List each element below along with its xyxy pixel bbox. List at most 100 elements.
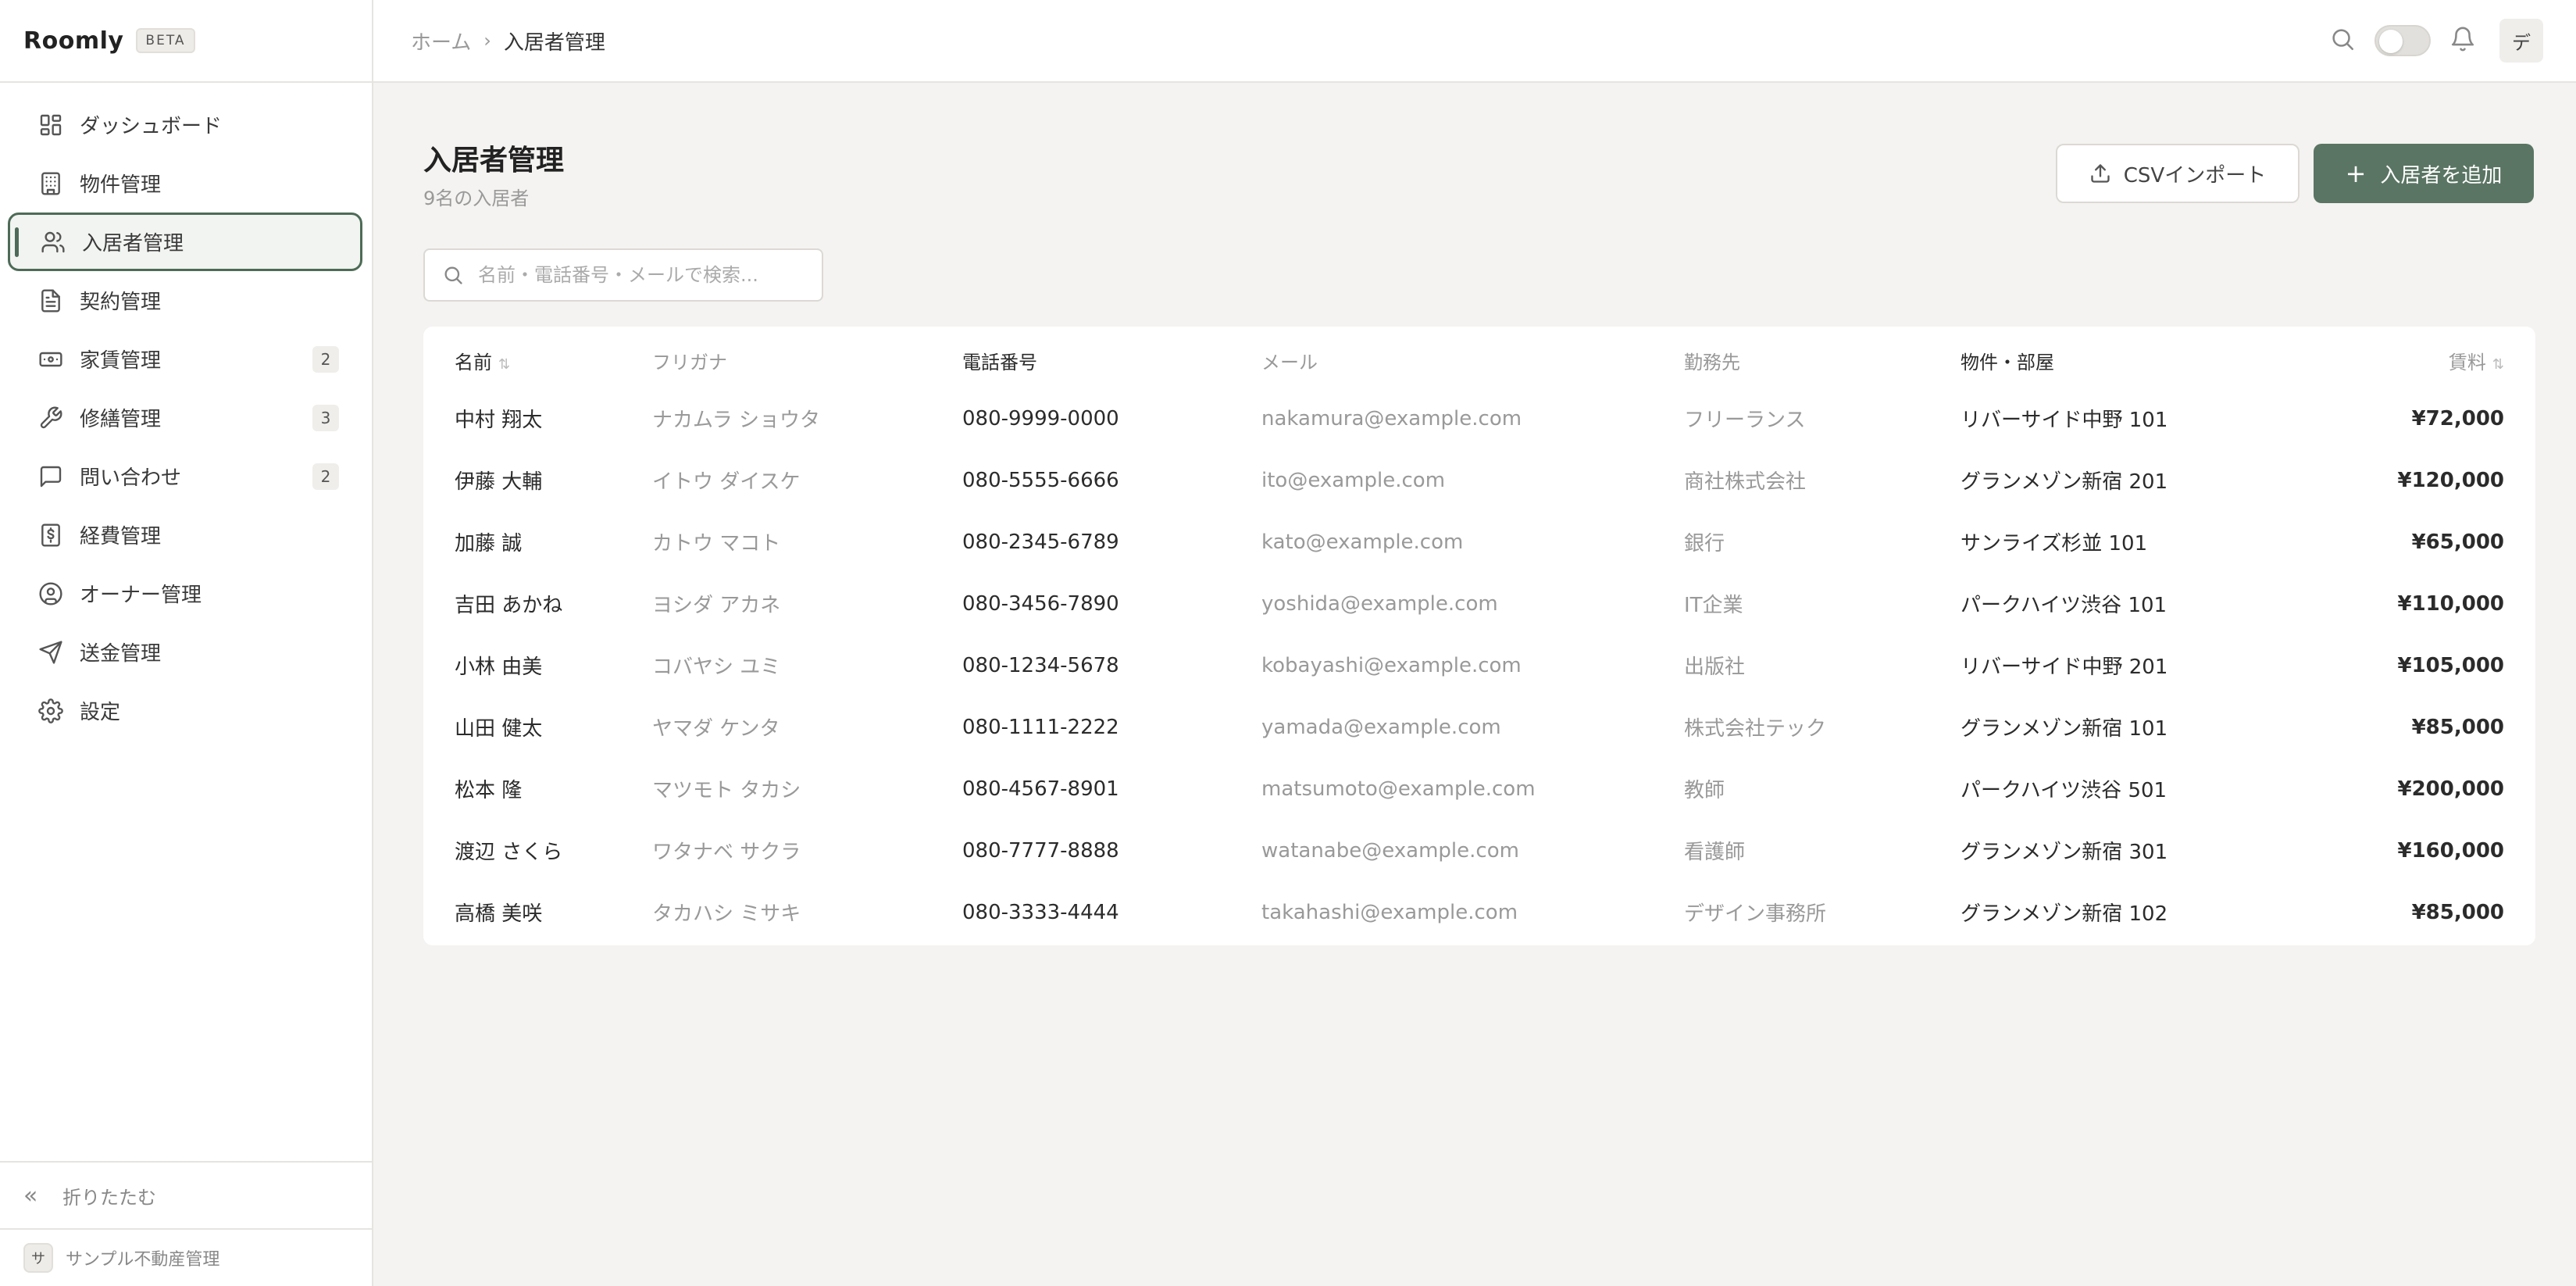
sidebar: Roomly BETA ダッシュボード 物件管理 入居者管理 契約管理 家賃管理… [0,0,373,1286]
search-input[interactable] [478,264,806,286]
sidebar-item-rent[interactable]: 家賃管理 2 [8,330,362,388]
cell-property: パークハイツ渋谷 101 [1961,594,2167,617]
collapse-label: 折りたたむ [62,1186,156,1209]
sort-icon[interactable]: ⇅ [498,356,510,373]
cell-name: 渡辺 さくら [455,841,563,864]
document-icon [37,288,64,314]
collapse-sidebar-button[interactable]: « 折りたたむ [0,1161,372,1228]
cell-furigana: イトウ ダイスケ [652,470,801,494]
users-icon [40,229,66,255]
cell-rent: ¥72,000 [2411,406,2504,430]
sidebar-item-inquiries[interactable]: 問い合わせ 2 [8,447,362,505]
tenants-table-card: 名前 ⇅ フリガナ 電話番号 メール 勤務先 物件・部屋 賃料 ⇅ 中村 翔太 ナカ… [423,327,2535,945]
breadcrumb: ホーム › 入居者管理 [411,27,605,55]
sidebar-item-properties[interactable]: 物件管理 [8,154,362,213]
cell-property: サンライズ杉並 101 [1961,532,2148,555]
plus-icon: + [2345,159,2367,188]
cell-furigana: ヤマダ ケンタ [652,717,780,741]
table-header-row: 名前 ⇅ フリガナ 電話番号 メール 勤務先 物件・部屋 賃料 ⇅ [423,327,2535,388]
sidebar-item-label: 問い合わせ [80,466,182,490]
cell-property: グランメゾン新宿 102 [1961,902,2168,926]
sidebar-item-label: 設定 [80,701,121,724]
sort-icon[interactable]: ⇅ [2492,356,2504,373]
theme-toggle[interactable] [2374,25,2431,56]
table-row[interactable]: 加藤 誠 カトウ マコト 080-2345-6789 kato@example.… [423,511,2535,573]
sidebar-item-label: 家賃管理 [80,349,162,373]
cell-email: ito@example.com [1261,468,1446,492]
cell-rent: ¥105,000 [2397,653,2504,677]
column-header-rent[interactable]: 賃料 ⇅ [2306,327,2535,388]
csv-import-button[interactable]: CSVインポート [2056,144,2299,203]
table-row[interactable]: 伊藤 大輔 イトウ ダイスケ 080-5555-6666 ito@example… [423,449,2535,511]
building-icon [37,170,64,197]
beta-badge: BETA [136,28,195,53]
breadcrumb-home[interactable]: ホーム [411,27,471,55]
tenant-count: 9名の入居者 [423,188,530,209]
table-row[interactable]: 渡辺 さくら ワタナベ サクラ 080-7777-8888 watanabe@e… [423,820,2535,881]
sidebar-item-label: 物件管理 [80,173,162,197]
cell-rent: ¥65,000 [2411,530,2504,554]
cell-workplace: 商社株式会社 [1684,470,1807,494]
column-header-furigana: フリガナ [652,351,727,373]
cell-property: グランメゾン新宿 101 [1961,717,2168,741]
org-name: サンプル不動産管理 [66,1250,220,1270]
add-tenant-button[interactable]: + 入居者を追加 [2314,144,2534,203]
brand-name[interactable]: Roomly [23,27,123,55]
cell-furigana: ナカムラ ショウタ [652,409,820,432]
column-header-name[interactable]: 名前 ⇅ [423,327,652,388]
cell-phone: 080-3456-7890 [962,591,1119,616]
column-header-property: 物件・部屋 [1961,351,2054,373]
cell-property: グランメゾン新宿 201 [1961,470,2168,494]
sidebar-item-tenants[interactable]: 入居者管理 [8,213,362,271]
table-body: 中村 翔太 ナカムラ ショウタ 080-9999-0000 nakamura@e… [423,388,2535,943]
cell-furigana: マツモト タカシ [652,779,801,802]
cell-email: yoshida@example.com [1261,591,1498,616]
cell-workplace: 教師 [1684,779,1725,802]
sidebar-item-owners[interactable]: オーナー管理 [8,564,362,623]
org-avatar: サ [23,1243,53,1273]
cell-workplace: 看護師 [1684,841,1746,864]
search-icon[interactable] [2329,26,2356,55]
cell-furigana: ワタナベ サクラ [652,841,801,864]
page-title: 入居者管理 [423,145,565,177]
cell-phone: 080-2345-6789 [962,530,1119,554]
table-row[interactable]: 中村 翔太 ナカムラ ショウタ 080-9999-0000 nakamura@e… [423,388,2535,449]
column-header-email: メール [1261,351,1318,373]
table-row[interactable]: 山田 健太 ヤマダ ケンタ 080-1111-2222 yamada@examp… [423,696,2535,758]
column-header-phone: 電話番号 [962,351,1037,373]
sidebar-item-expenses[interactable]: 経費管理 [8,505,362,564]
table-row[interactable]: 高橋 美咲 タカハシ ミサキ 080-3333-4444 takahashi@e… [423,881,2535,943]
sidebar-item-remittance[interactable]: 送金管理 [8,623,362,681]
cell-workplace: 出版社 [1684,656,1746,679]
cell-phone: 080-3333-4444 [962,900,1119,924]
count-badge: 2 [312,463,339,490]
cell-rent: ¥85,000 [2411,900,2504,924]
user-circle-icon [37,580,64,607]
table-row[interactable]: 吉田 あかね ヨシダ アカネ 080-3456-7890 yoshida@exa… [423,573,2535,634]
upload-icon [2091,164,2110,183]
cell-name: 加藤 誠 [455,532,523,555]
sidebar-item-repairs[interactable]: 修繕管理 3 [8,388,362,447]
cell-rent: ¥120,000 [2397,468,2504,492]
send-icon [37,639,64,666]
sidebar-item-label: 契約管理 [80,291,162,314]
cell-name: 松本 隆 [455,779,523,802]
table-row[interactable]: 松本 隆 マツモト タカシ 080-4567-8901 matsumoto@ex… [423,758,2535,820]
cell-workplace: フリーランス [1684,409,1806,432]
cell-furigana: ヨシダ アカネ [652,594,781,617]
cell-property: リバーサイド中野 101 [1961,409,2168,432]
sidebar-item-dashboard[interactable]: ダッシュボード [8,95,362,154]
cell-phone: 080-5555-6666 [962,468,1119,492]
sidebar-item-label: オーナー管理 [80,584,202,607]
cell-email: matsumoto@example.com [1261,777,1536,801]
sidebar-item-label: ダッシュボード [80,115,223,138]
cell-name: 伊藤 大輔 [455,470,543,494]
search-box [423,248,823,302]
sidebar-item-contracts[interactable]: 契約管理 [8,271,362,330]
user-avatar[interactable]: デ [2499,19,2543,63]
sidebar-item-label: 修繕管理 [80,408,162,431]
table-row[interactable]: 小林 由美 コバヤシ ユミ 080-1234-5678 kobayashi@ex… [423,634,2535,696]
bell-icon[interactable] [2449,26,2476,55]
organization-switcher[interactable]: サ サンプル不動産管理 [0,1228,372,1286]
sidebar-item-settings[interactable]: 設定 [8,681,362,740]
